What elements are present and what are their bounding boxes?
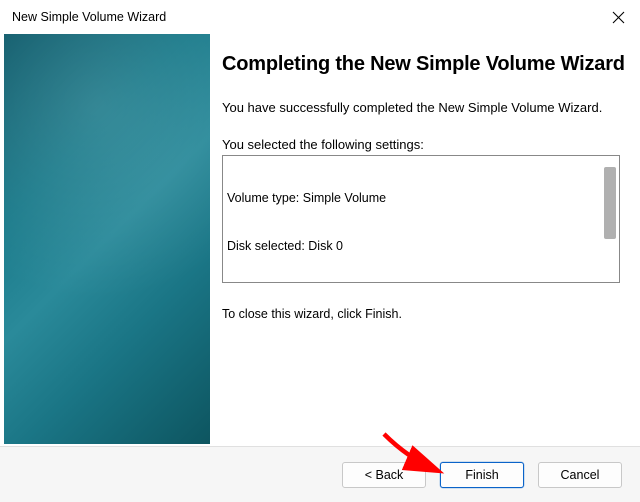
wizard-content: Completing the New Simple Volume Wizard … <box>222 34 628 446</box>
finish-button[interactable]: Finish <box>440 462 524 488</box>
cancel-button[interactable]: Cancel <box>538 462 622 488</box>
intro-text: You have successfully completed the New … <box>222 99 628 117</box>
titlebar: New Simple Volume Wizard <box>0 0 640 34</box>
settings-intro: You selected the following settings: <box>222 137 628 152</box>
page-title: Completing the New Simple Volume Wizard <box>222 52 628 77</box>
close-hint: To close this wizard, click Finish. <box>222 307 628 321</box>
settings-line: Disk selected: Disk 0 <box>227 238 599 254</box>
scrollbar-thumb[interactable] <box>604 167 616 239</box>
wizard-body: Completing the New Simple Volume Wizard … <box>0 34 640 446</box>
scrollbar[interactable] <box>602 157 618 281</box>
back-button[interactable]: < Back <box>342 462 426 488</box>
close-icon <box>612 11 625 24</box>
wizard-side-image <box>4 34 210 444</box>
close-button[interactable] <box>604 3 632 31</box>
settings-line: Volume type: Simple Volume <box>227 190 599 206</box>
settings-listbox[interactable]: Volume type: Simple Volume Disk selected… <box>222 155 620 283</box>
wizard-footer: < Back Finish Cancel <box>0 446 640 502</box>
window-title: New Simple Volume Wizard <box>12 10 166 24</box>
